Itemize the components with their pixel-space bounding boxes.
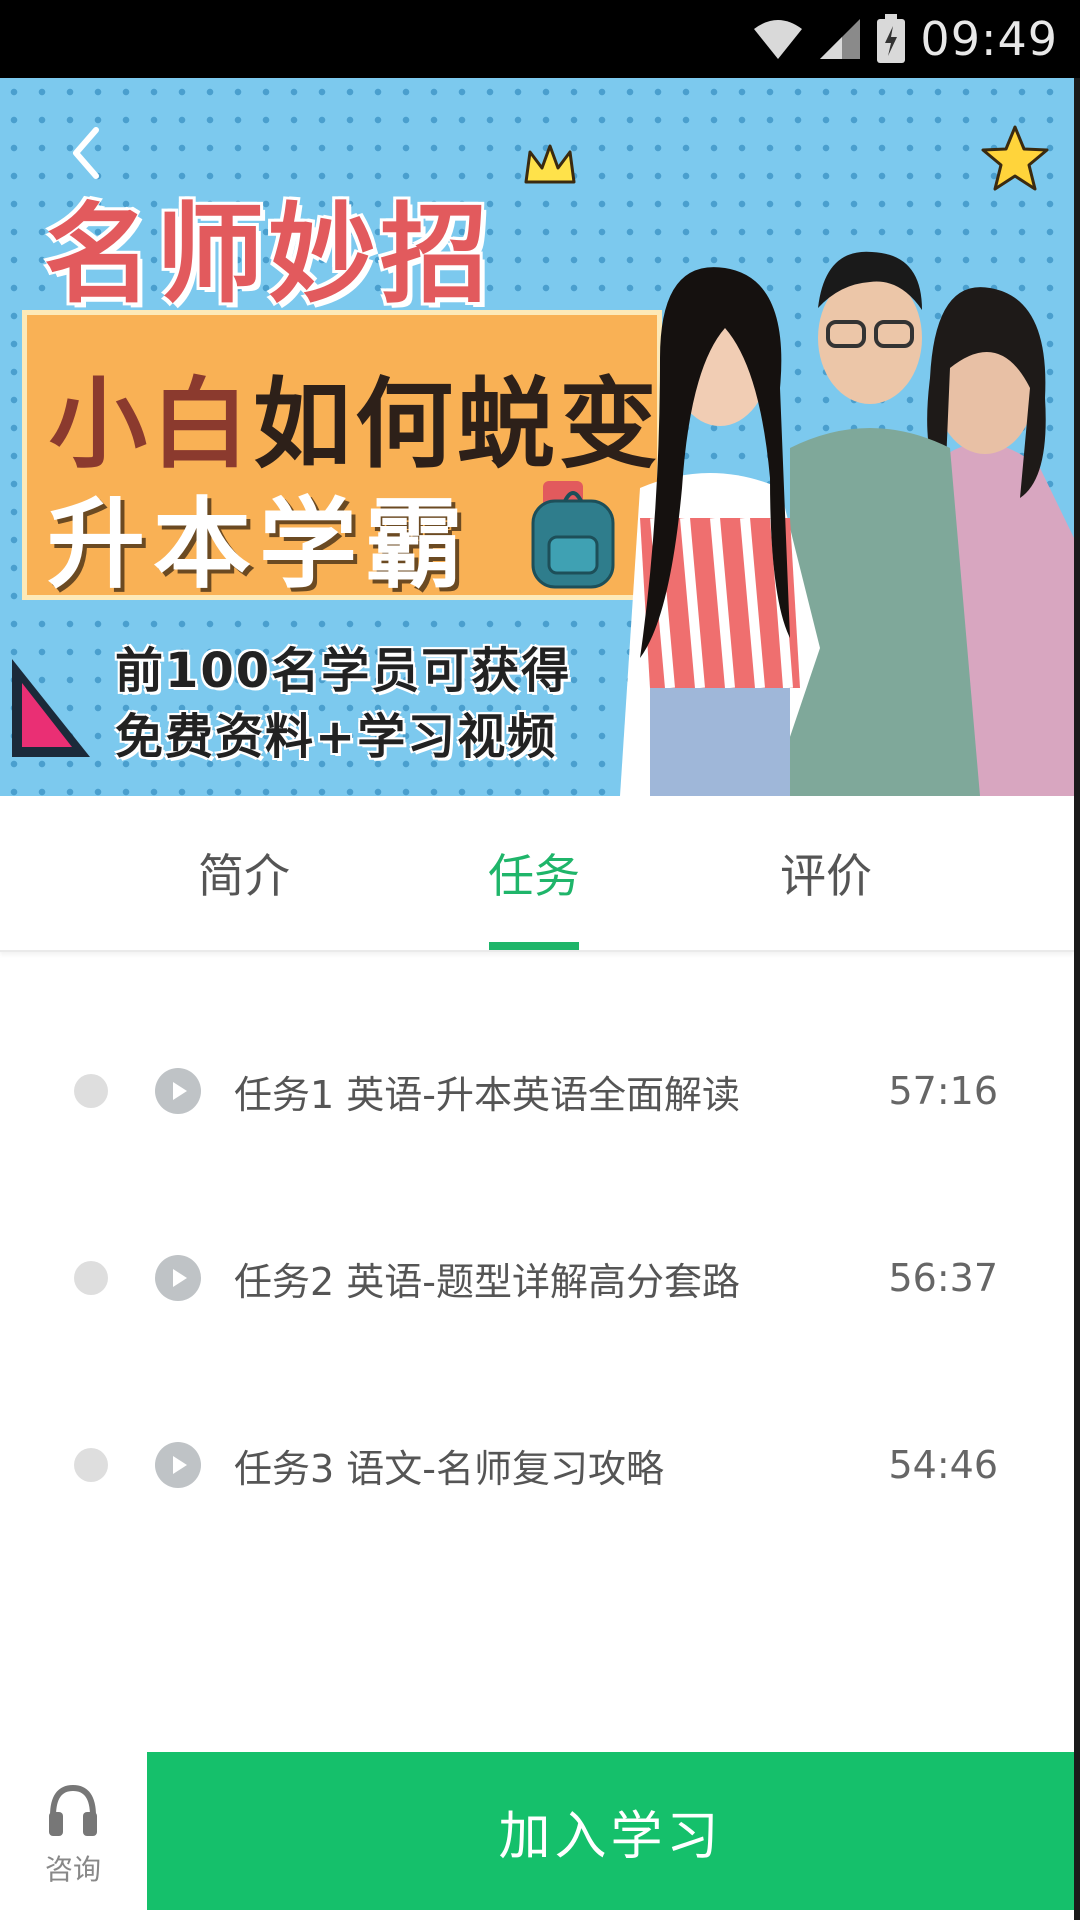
- task-title: 任务1 英语-升本英语全面解读: [234, 1072, 740, 1117]
- task-status-dot: [74, 1074, 108, 1108]
- task-title: 任务3 语文-名师复习攻略: [234, 1446, 664, 1491]
- star-icon: [981, 125, 1049, 191]
- tab-reviews-label: 评价: [780, 849, 872, 903]
- back-icon[interactable]: [60, 118, 110, 188]
- signal-icon: [820, 19, 861, 59]
- tab-active-indicator: [489, 942, 579, 950]
- tab-tasks[interactable]: 任务: [434, 796, 634, 950]
- banner-promo-line2: 免费资料+学习视频: [115, 709, 558, 765]
- consult-label: 咨询: [44, 1853, 101, 1886]
- triangle-decoration-icon: [12, 659, 90, 757]
- tab-intro-label: 简介: [198, 849, 290, 903]
- task-row[interactable]: 任务1 英语-升本英语全面解读 57:16: [0, 1031, 1074, 1151]
- bottom-action-bar: 咨询 加入学习: [0, 1750, 1080, 1920]
- banner-headline-line2: 升本学霸: [47, 488, 472, 602]
- tab-tasks-label: 任务: [488, 849, 580, 903]
- tab-intro[interactable]: 简介: [144, 796, 344, 950]
- battery-icon: [877, 14, 906, 63]
- play-icon[interactable]: [155, 1442, 201, 1488]
- teachers-photo: [620, 251, 1074, 796]
- headset-icon: [49, 1784, 97, 1836]
- banner-headline-box: 小白如何蜕变 升本学霸: [22, 310, 662, 602]
- task-status-dot: [74, 1448, 108, 1482]
- status-bar: 09:49: [0, 0, 1080, 78]
- task-duration: 57:16: [888, 1069, 998, 1113]
- app-screen: 09:49 名师妙招 小白如何蜕变 升本学霸 前100名学员可获得 免费资料+学…: [0, 0, 1080, 1920]
- course-tabs: 简介 任务 评价: [0, 796, 1074, 952]
- join-study-label: 加入学习: [498, 1806, 723, 1867]
- play-icon[interactable]: [155, 1068, 201, 1114]
- play-icon[interactable]: [155, 1255, 201, 1301]
- status-time: 09:49: [920, 12, 1058, 66]
- course-banner: 名师妙招 小白如何蜕变 升本学霸 前100名学员可获得 免费资料+学习视频: [0, 78, 1074, 796]
- consult-button[interactable]: 咨询: [0, 1750, 146, 1920]
- crown-icon: [524, 144, 576, 184]
- banner-title: 名师妙招: [44, 193, 493, 318]
- join-study-button[interactable]: 加入学习: [147, 1752, 1074, 1910]
- task-duration: 54:46: [888, 1443, 998, 1487]
- screen-edge: [1074, 78, 1080, 1920]
- banner-promo: 前100名学员可获得 免费资料+学习视频: [115, 638, 571, 770]
- task-status-dot: [74, 1261, 108, 1295]
- wifi-icon: [754, 20, 803, 59]
- task-title: 任务2 英语-题型详解高分套路: [234, 1259, 740, 1304]
- status-icons: 09:49: [752, 0, 1058, 78]
- task-row[interactable]: 任务2 英语-题型详解高分套路 56:37: [0, 1218, 1074, 1338]
- tab-reviews[interactable]: 评价: [726, 796, 926, 950]
- task-duration: 56:37: [888, 1256, 998, 1300]
- banner-promo-line1: 前100名学员可获得: [115, 643, 572, 699]
- task-row[interactable]: 任务3 语文-名师复习攻略 54:46: [0, 1405, 1074, 1525]
